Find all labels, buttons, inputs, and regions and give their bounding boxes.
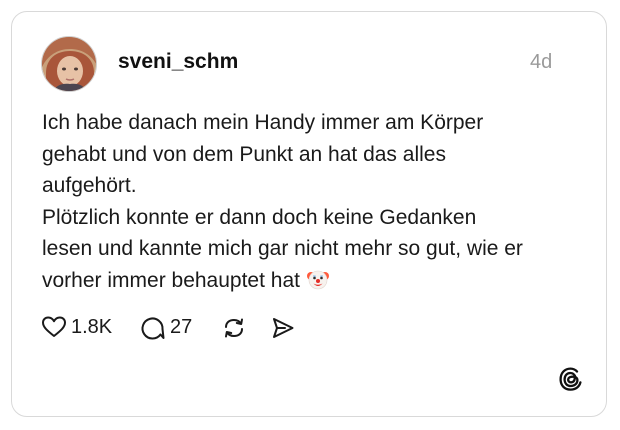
post-line: Plötzlich konnte er dann doch keine Geda…	[42, 205, 477, 229]
post-time: 4d	[530, 51, 553, 73]
reply-button[interactable]: 27	[140, 313, 200, 341]
repost-button[interactable]	[221, 313, 247, 341]
post-line: gehabt und von dem Punkt an hat das alle…	[42, 142, 446, 166]
share-button[interactable]	[270, 313, 296, 341]
clown-face-emoji	[306, 267, 330, 291]
heart-icon	[41, 315, 67, 344]
like-count: 1.8K	[71, 316, 113, 338]
comment-icon	[140, 315, 166, 346]
post-line-last: vorher immer behauptet hat	[42, 265, 582, 297]
threads-logo-icon[interactable]	[558, 366, 584, 392]
post-line: Ich habe danach mein Handy immer am Körp…	[42, 111, 484, 134]
post-line-text: vorher immer behauptet hat	[42, 268, 300, 292]
post-body: Ich habe danach mein Handy immer am Körp…	[42, 107, 582, 296]
post-line: aufgehört.	[42, 174, 137, 197]
send-icon	[270, 315, 296, 346]
username[interactable]: sveni_schm	[118, 50, 238, 74]
post-line: lesen und kannte mich gar nicht mehr so …	[42, 237, 523, 260]
like-button[interactable]: 1.8K	[41, 313, 121, 341]
avatar[interactable]	[41, 36, 97, 92]
repost-icon	[221, 315, 247, 346]
reply-count: 27	[170, 316, 193, 338]
